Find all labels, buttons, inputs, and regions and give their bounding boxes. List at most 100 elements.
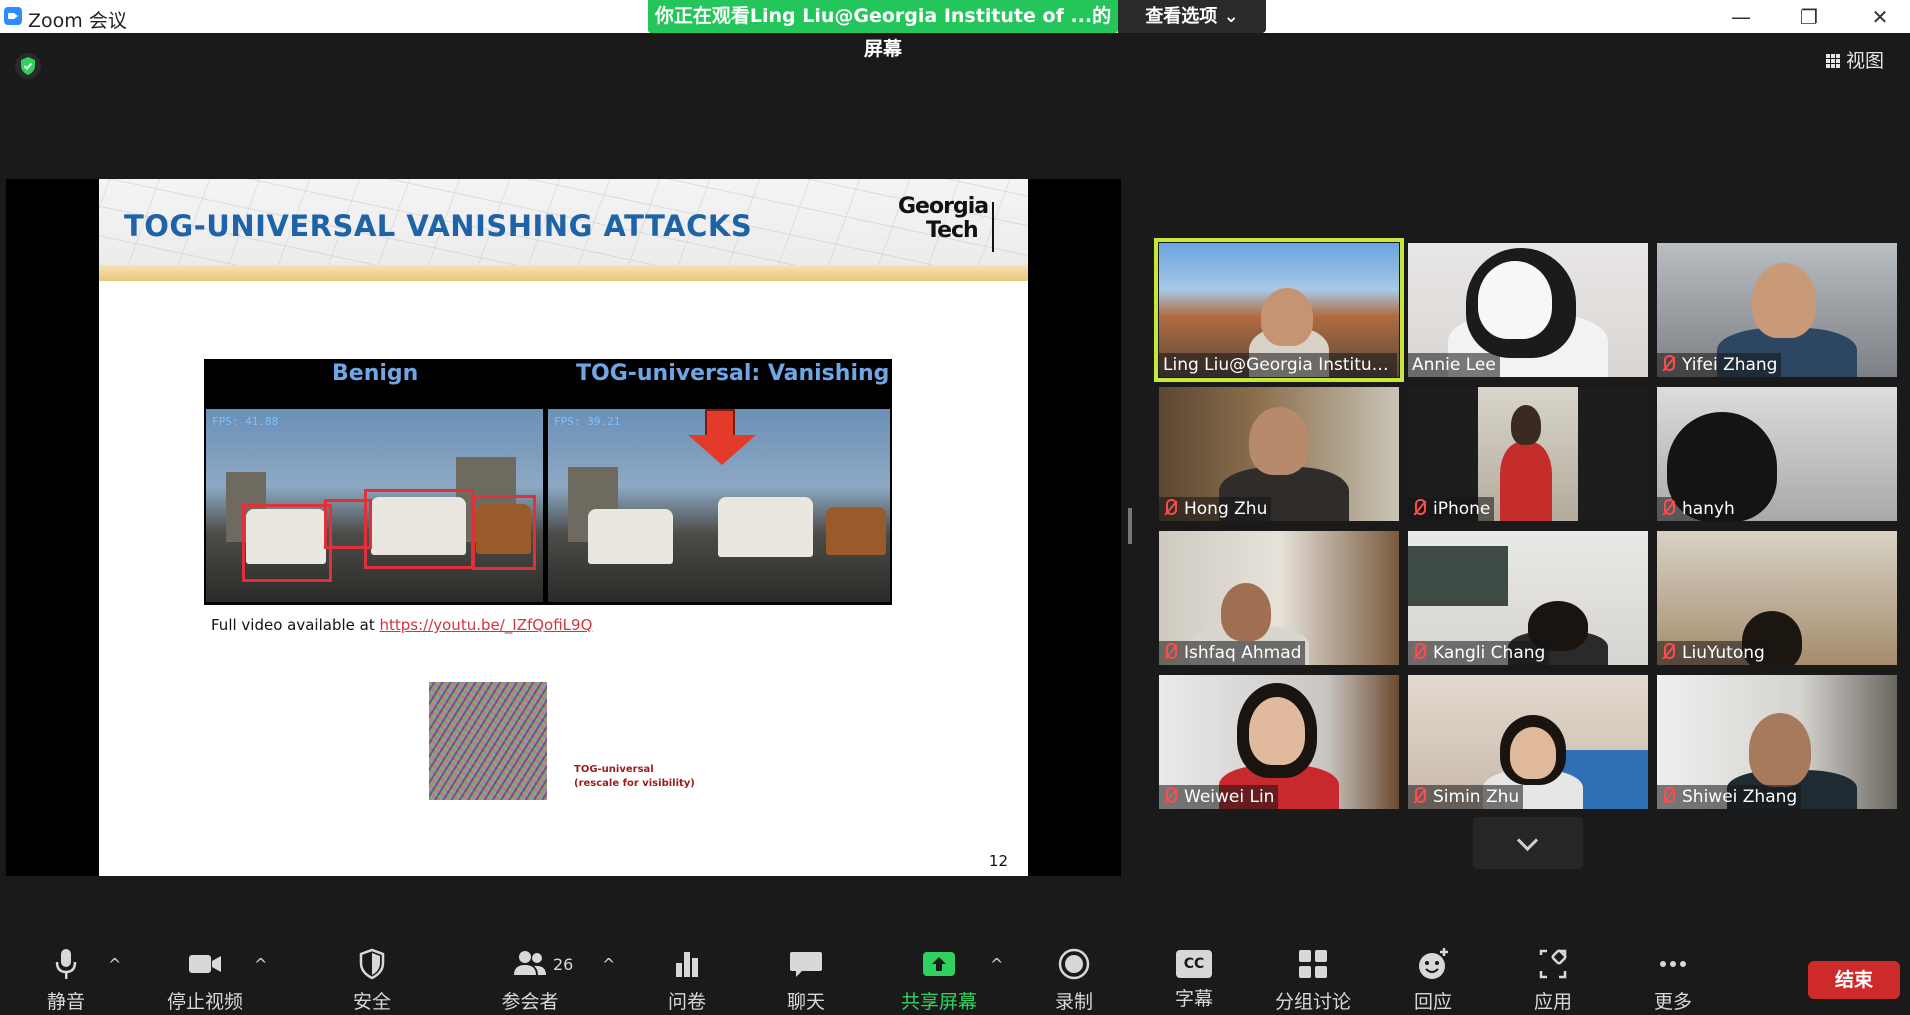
participants-label: 参会者	[501, 991, 559, 1013]
share-options-caret[interactable]: ^	[990, 955, 1003, 974]
mic-muted-icon	[1163, 643, 1177, 661]
microphone-icon	[55, 949, 77, 979]
participant-name-text: Weiwei Lin	[1184, 787, 1275, 807]
chalkboard	[1408, 546, 1508, 606]
chat-bubble-icon	[790, 952, 822, 977]
security-button[interactable]: 安全	[322, 947, 422, 1013]
participant-name: Weiwei Lin	[1159, 785, 1279, 809]
share-screen-button[interactable]: 共享屏幕	[889, 947, 989, 1013]
participant-tile[interactable]: iPhone	[1408, 387, 1648, 521]
participant-name-text: LiuYutong	[1682, 643, 1765, 663]
reactions-button[interactable]: 回应	[1383, 947, 1483, 1013]
stop-video-label: 停止视频	[166, 991, 243, 1013]
mute-button[interactable]: 静音	[16, 947, 116, 1013]
zoom-logo-icon	[4, 7, 22, 25]
participant-name-text: Ishfaq Ahmad	[1184, 643, 1302, 663]
share-screen-icon	[923, 952, 955, 976]
stop-video-button[interactable]: 停止视频	[155, 947, 255, 1013]
title-bar: Zoom 会议 你正在观看Ling Liu@Georgia Institute …	[0, 0, 1910, 60]
restore-button[interactable]: ❐	[1794, 4, 1824, 30]
video-link[interactable]: https://youtu.be/_IZfQofiL9Q	[379, 616, 592, 634]
minimize-button[interactable]: —	[1726, 4, 1756, 30]
closed-captions-icon: CC	[1176, 950, 1212, 978]
polls-button[interactable]: 问卷	[637, 947, 737, 1013]
participants-options-caret[interactable]: ^	[602, 955, 615, 974]
participant-tile[interactable]: Ishfaq Ahmad	[1159, 531, 1399, 665]
captions-button[interactable]: CC 字幕	[1144, 947, 1244, 1013]
participant-tile[interactable]: Ling Liu@Georgia Institut...	[1154, 238, 1404, 382]
mic-muted-icon	[1412, 787, 1426, 805]
participant-tile[interactable]: Simin Zhu	[1408, 675, 1648, 809]
participant-tile[interactable]: Hong Zhu	[1159, 387, 1399, 521]
logo-line1: Georgia	[898, 194, 989, 219]
participant-name-text: hanyh	[1682, 499, 1735, 519]
participant-tile[interactable]: Annie Lee	[1408, 243, 1648, 377]
participant-tile[interactable]: Shiwei Zhang	[1657, 675, 1897, 809]
people-icon	[514, 951, 546, 975]
participant-tile[interactable]: Kangli Chang	[1408, 531, 1648, 665]
participant-face	[1511, 405, 1541, 445]
slide-header: TOG-UNIVERSAL VANISHING ATTACKS Georgia …	[99, 179, 1028, 265]
caption-prefix: Full video available at	[211, 616, 380, 634]
view-switch-label: 视图	[1846, 50, 1885, 72]
security-label: 安全	[352, 991, 391, 1013]
breakout-rooms-label: 分组讨论	[1274, 991, 1351, 1013]
participant-tile[interactable]: Yifei Zhang	[1657, 243, 1897, 377]
chat-button[interactable]: 聊天	[756, 947, 856, 1013]
participant-count: 26	[553, 955, 574, 974]
gallery-next-page-button[interactable]	[1473, 817, 1583, 869]
breakout-rooms-icon	[1299, 950, 1327, 978]
apps-button[interactable]: 应用	[1503, 947, 1603, 1013]
mic-muted-icon	[1661, 355, 1675, 373]
mic-muted-icon	[1661, 499, 1675, 517]
shield-icon	[359, 948, 385, 980]
viewing-share-banner: 你正在观看Ling Liu@Georgia Institute of ...的屏…	[648, 0, 1118, 60]
breakout-rooms-button[interactable]: 分组讨论	[1263, 947, 1363, 1013]
participant-name: Shiwei Zhang	[1657, 785, 1802, 809]
apps-label: 应用	[1533, 991, 1572, 1013]
tower-icon	[992, 202, 1004, 252]
polls-label: 问卷	[667, 991, 706, 1013]
more-label: 更多	[1653, 991, 1692, 1013]
slide-title: TOG-UNIVERSAL VANISHING ATTACKS	[124, 209, 753, 243]
window-title: Zoom 会议	[28, 10, 127, 32]
participant-name: LiuYutong	[1657, 641, 1769, 665]
detection-box	[472, 495, 536, 570]
more-dots-icon	[1660, 961, 1686, 967]
view-options-button[interactable]: 查看选项 ⌄	[1118, 0, 1266, 33]
detection-box	[242, 504, 332, 582]
participant-name-text: Annie Lee	[1412, 355, 1496, 375]
view-switch-button[interactable]: 视图	[1826, 46, 1884, 73]
reactions-label: 回应	[1413, 991, 1452, 1013]
participant-tile[interactable]: LiuYutong	[1657, 531, 1897, 665]
participant-name-text: iPhone	[1433, 499, 1491, 519]
audio-options-caret[interactable]: ^	[108, 955, 121, 974]
participant-tile[interactable]: Weiwei Lin	[1159, 675, 1399, 809]
record-icon	[1058, 948, 1090, 980]
close-button[interactable]: ✕	[1865, 4, 1895, 30]
panel-resize-handle[interactable]	[1128, 508, 1132, 544]
participant-tile[interactable]: hanyh	[1657, 387, 1897, 521]
mic-muted-icon	[1412, 499, 1426, 517]
benign-label: Benign	[332, 361, 419, 386]
participant-name: hanyh	[1657, 497, 1739, 521]
more-button[interactable]: 更多	[1623, 947, 1723, 1013]
participant-name: Yifei Zhang	[1657, 353, 1782, 377]
participant-name: Kangli Chang	[1408, 641, 1550, 665]
participant-name: Annie Lee	[1408, 353, 1500, 377]
fps-left: FPS: 41.88	[212, 415, 279, 428]
presentation-slide: TOG-UNIVERSAL VANISHING ATTACKS Georgia …	[99, 179, 1028, 876]
participant-name-text: Hong Zhu	[1184, 499, 1268, 519]
record-button[interactable]: 录制	[1024, 947, 1124, 1013]
participant-face	[1249, 697, 1305, 765]
bar-chart-icon	[676, 952, 698, 977]
video-options-caret[interactable]: ^	[254, 955, 267, 974]
shared-screen[interactable]: TOG-UNIVERSAL VANISHING ATTACKS Georgia …	[6, 179, 1121, 876]
participant-name-text: Shiwei Zhang	[1682, 787, 1798, 807]
slide-page-number: 12	[988, 852, 1008, 870]
georgia-tech-logo: Georgia Tech	[898, 194, 1008, 254]
encryption-shield-icon[interactable]	[14, 52, 42, 80]
end-meeting-button[interactable]: 结束	[1808, 961, 1900, 999]
participant-face	[1221, 583, 1271, 641]
participant-name: Hong Zhu	[1159, 497, 1272, 521]
